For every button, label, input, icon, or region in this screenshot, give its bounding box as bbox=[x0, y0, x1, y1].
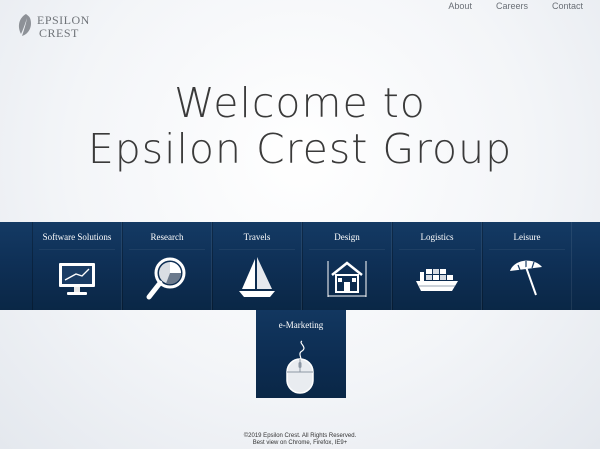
mouse-icon bbox=[286, 340, 314, 394]
tile-divider bbox=[129, 249, 205, 250]
copyright-text: ©2019 Epsilon Crest. All Rights Reserved… bbox=[243, 433, 357, 439]
tile-logistics[interactable]: Logistics bbox=[392, 222, 482, 310]
brand-logo[interactable]: EPSILON CREST bbox=[15, 12, 89, 42]
tile-e-marketing[interactable]: e-Marketing bbox=[256, 310, 346, 398]
brand-name-line2: CREST bbox=[39, 26, 79, 40]
headline-line2: Epsilon Crest Group bbox=[87, 125, 513, 173]
tile-leisure[interactable]: Leisure bbox=[482, 222, 572, 310]
page-footer: ©2019 Epsilon Crest. All Rights Reserved… bbox=[0, 433, 600, 447]
welcome-headline: Welcome to Epsilon Crest Group bbox=[0, 80, 600, 172]
tile-divider bbox=[399, 249, 475, 250]
beach-umbrella-icon bbox=[510, 260, 542, 296]
tile-label: Software Solutions bbox=[42, 232, 112, 242]
tile-label: Leisure bbox=[513, 232, 541, 242]
nav-careers-link[interactable]: Careers bbox=[496, 1, 528, 11]
tile-label: Travels bbox=[243, 232, 271, 242]
headline-line1: Welcome to bbox=[174, 79, 426, 127]
tile-divider bbox=[219, 249, 295, 250]
tile-label: Design bbox=[334, 232, 360, 242]
tile-divider bbox=[39, 249, 115, 250]
house-blueprint-icon bbox=[327, 261, 367, 297]
tile-design[interactable]: Design bbox=[302, 222, 392, 310]
top-navigation: About Careers Contact bbox=[424, 1, 583, 11]
leaf-logo-icon bbox=[18, 14, 32, 36]
tile-divider bbox=[489, 249, 565, 250]
tile-label: Research bbox=[150, 232, 184, 242]
sailboat-icon bbox=[239, 257, 275, 297]
tile-research[interactable]: Research bbox=[122, 222, 212, 310]
services-strip: Software Solutions Research Travels Desi… bbox=[0, 222, 600, 310]
tile-travels[interactable]: Travels bbox=[212, 222, 302, 310]
cargo-ship-icon bbox=[416, 269, 458, 291]
tile-label: e-Marketing bbox=[278, 320, 324, 330]
nav-contact-link[interactable]: Contact bbox=[552, 1, 583, 11]
tile-divider bbox=[309, 249, 385, 250]
monitor-icon bbox=[59, 263, 95, 295]
browser-note: Best view on Chrome, Firefox, IE9+ bbox=[252, 440, 348, 446]
tile-label: Logistics bbox=[420, 232, 454, 242]
brand-name: EPSILON CREST bbox=[37, 14, 90, 40]
tile-software-solutions[interactable]: Software Solutions bbox=[32, 222, 122, 310]
magnifier-chart-icon bbox=[146, 257, 186, 300]
nav-about-link[interactable]: About bbox=[448, 1, 472, 11]
